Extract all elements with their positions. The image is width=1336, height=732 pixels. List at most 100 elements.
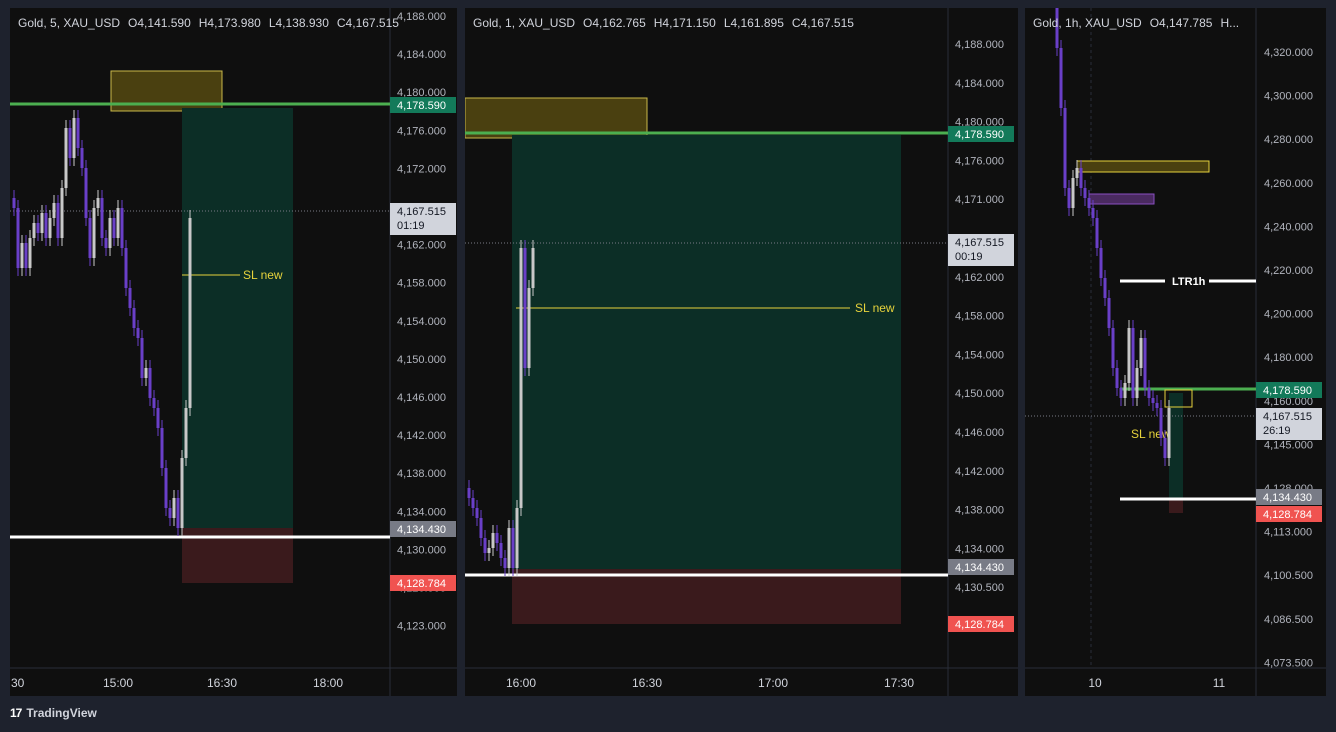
loss-zone[interactable] (1169, 499, 1183, 513)
price-tick: 4,220.000 (1264, 265, 1313, 277)
countdown-label: 26:19 (1263, 425, 1291, 437)
candle-body (64, 128, 68, 188)
candle-body (1111, 328, 1115, 368)
candle-body (471, 498, 475, 508)
price-axis[interactable]: 4,320.000 4,300.000 4,280.000 4,260.000 4,24… (1264, 47, 1313, 669)
price-tick: 4,123.000 (397, 621, 446, 633)
candle-body (1095, 218, 1099, 248)
time-tick: 17:30 (884, 676, 914, 690)
price-tick: 4,150.000 (397, 354, 446, 366)
ohlc-more: H... (1220, 16, 1240, 30)
candle-body (116, 208, 120, 238)
price-tick: 4,184.000 (955, 78, 1004, 90)
candle-body (132, 308, 136, 328)
candle-body (136, 328, 140, 338)
candle-body (1131, 328, 1135, 398)
chart-panel-1h[interactable]: LTR1h SL new 4,320.000 4,300.000 4,280.000… (1025, 8, 1326, 696)
purple-zone[interactable] (1088, 193, 1155, 205)
chart-panel-5m[interactable]: SL new 4,188.000 4,184.000 4,180.000 4,176.… (10, 8, 457, 696)
ohlc-open: O4,147.785 (1149, 16, 1213, 30)
candle-body (72, 118, 76, 158)
ohlc-low: L4,138.930 (268, 16, 329, 30)
last-price-label: 4,167.515 (397, 206, 446, 218)
stop-price-label: 4,128.784 (955, 619, 1004, 631)
price-tick: 4,073.500 (1264, 657, 1313, 669)
ohlc-high: H4,173.980 (198, 16, 261, 30)
price-tick: 4,145.000 (1264, 439, 1313, 451)
ohlc-open: O4,162.765 (583, 16, 646, 30)
profit-zone[interactable] (1169, 393, 1183, 499)
supply-zone[interactable] (1076, 160, 1210, 173)
tradingview-footer[interactable]: 17 TradingView (10, 706, 97, 720)
candle-body (148, 368, 152, 398)
symbol-header: Gold, 1h, XAU_USD O4,147.785 H... (1033, 16, 1247, 30)
price-tick: 4,280.000 (1264, 134, 1313, 146)
candle-body (1107, 298, 1111, 328)
loss-zone[interactable] (512, 569, 901, 624)
brand-name: TradingView (26, 706, 97, 720)
candle-body (1075, 168, 1079, 178)
candle-body (68, 128, 72, 158)
candle-body (164, 468, 168, 508)
candle-body (483, 538, 487, 553)
time-tick: 16:30 (207, 676, 237, 690)
sl-price-label: 4,134.430 (955, 562, 1004, 574)
time-tick: 16:00 (506, 676, 536, 690)
time-tick: 16:30 (632, 676, 662, 690)
candle-body (152, 398, 156, 408)
candle-body (1151, 398, 1155, 403)
candle-body (104, 238, 108, 248)
candle-body (44, 213, 48, 238)
ohlc-open: O4,141.590 (128, 16, 191, 30)
chart-canvas-1h[interactable]: LTR1h SL new 4,320.0004,300.0004,280.000… (1025, 8, 1326, 696)
time-axis[interactable]: :30 15:00 16:30 18:00 (10, 676, 343, 690)
candle-body (168, 508, 172, 518)
candle-body (92, 208, 96, 258)
price-tick: 4,184.000 (397, 49, 446, 61)
price-tick: 4,134.000 (955, 543, 1004, 555)
candle-body (60, 188, 64, 238)
candle-body (28, 238, 32, 268)
sl-new-label: SL new (855, 301, 895, 315)
chart-panel-1m[interactable]: SL new 4,188.000 4,184.000 4,180.000 4,176.… (465, 8, 1018, 696)
candle-body (503, 558, 507, 568)
candle-body (24, 243, 28, 268)
candle-body (120, 208, 124, 248)
profit-zone[interactable] (182, 108, 293, 528)
chart-canvas-1m[interactable]: SL new 4,188.0004,184.0004,180.0004,176.… (465, 8, 1018, 696)
time-axis[interactable]: 16:00 16:30 17:00 17:30 (506, 676, 914, 690)
candle-body (76, 118, 80, 148)
time-tick: :30 (10, 676, 25, 690)
price-tick: 4,158.000 (397, 278, 446, 290)
sl-price-label: 4,134.430 (1263, 492, 1312, 504)
profit-zone[interactable] (512, 135, 901, 569)
candle-body (519, 248, 523, 508)
price-tick: 4,180.000 (1264, 352, 1313, 364)
chart-canvas-5m[interactable]: SL new 4,188.0004,184.0004,180.0004,176.… (10, 8, 457, 696)
candle-body (188, 218, 192, 408)
candle-body (499, 543, 503, 558)
candle-body (16, 208, 20, 268)
price-tick: 4,134.000 (397, 506, 446, 518)
candle-body (491, 533, 495, 548)
price-tick: 4,240.000 (1264, 221, 1313, 233)
candle-body (1119, 388, 1123, 398)
time-axis[interactable]: 10 11 (1088, 676, 1225, 690)
price-tick: 4,130.500 (955, 582, 1004, 594)
candle-body (1115, 368, 1119, 388)
ohlc-high: H4,171.150 (653, 16, 716, 30)
time-tick: 11 (1213, 676, 1226, 690)
candle-body (479, 518, 483, 538)
tp-price-label: 4,178.590 (955, 129, 1004, 141)
candle-body (1079, 168, 1083, 188)
sl-price-label: 4,134.430 (397, 524, 446, 536)
candle-body (1163, 438, 1167, 458)
tp-price-label: 4,178.590 (397, 100, 446, 112)
last-price-label: 4,167.515 (955, 237, 1004, 249)
candle-body (80, 148, 84, 168)
price-tick: 4,260.000 (1264, 178, 1313, 190)
candle-body (12, 198, 16, 208)
price-tick: 4,162.000 (397, 240, 446, 252)
candle-body (172, 498, 176, 518)
candle-body (96, 198, 100, 208)
